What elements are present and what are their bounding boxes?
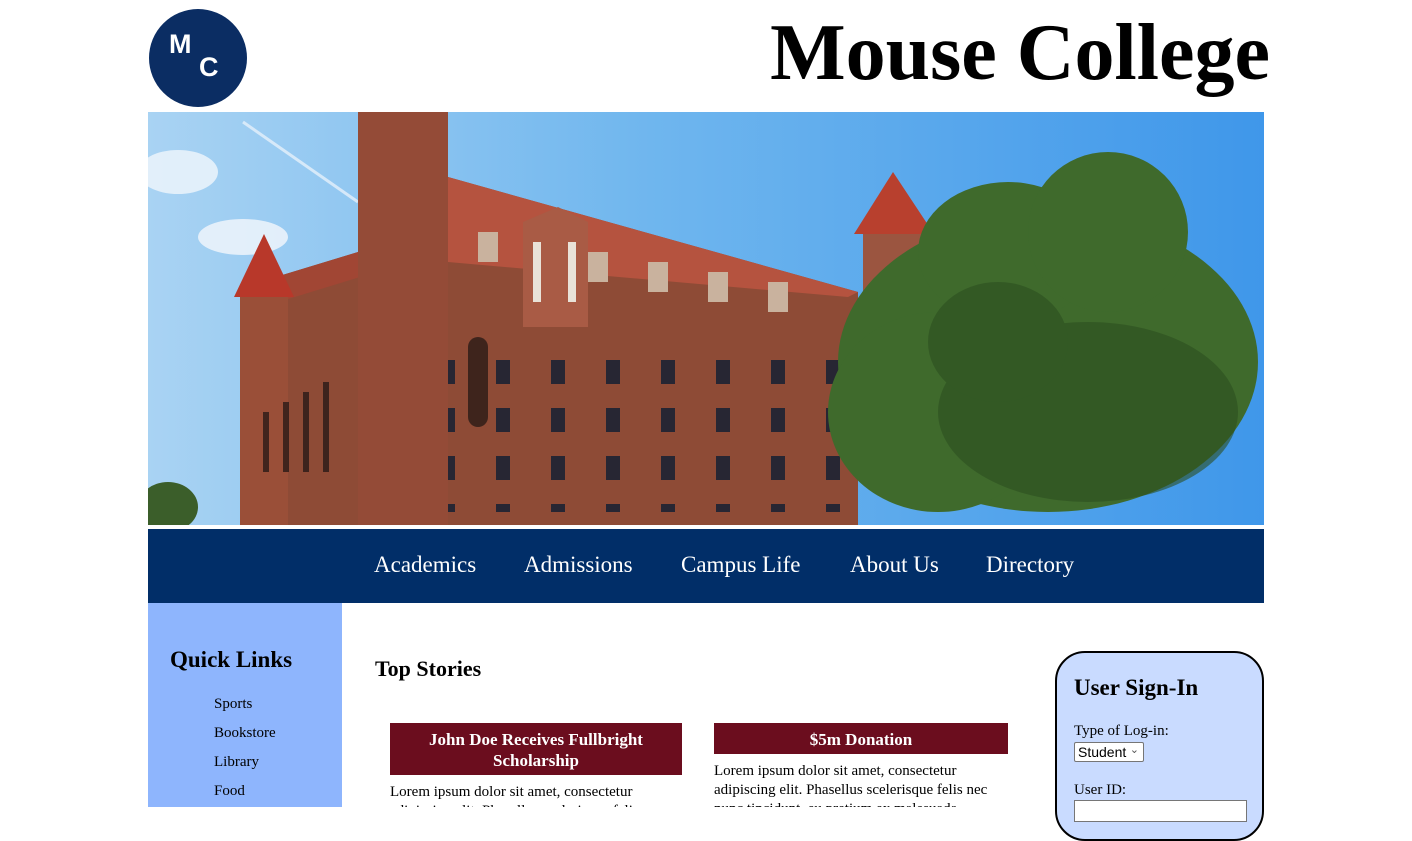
login-type-value: Student [1078,744,1127,760]
top-stories-title: Top Stories [375,656,482,681]
site-title: Mouse College [770,9,1270,97]
quick-link-bookstore[interactable]: Bookstore [214,725,276,742]
chevron-down-icon: ⌄ [1129,744,1139,756]
login-type-label: Type of Log-in: [1074,723,1169,739]
story-body: Lorem ipsum dolor sit amet, consectetur … [714,763,988,807]
logo-letter-c: C [199,52,219,82]
logo-letter-m: M [169,29,192,59]
story-headline[interactable]: $5m Donation [714,723,1008,754]
nav-admissions[interactable]: Admissions [524,552,633,578]
user-id-input[interactable] [1074,800,1247,822]
quick-links-title: Quick Links [170,647,293,672]
sign-in-title: User Sign-In [1074,675,1199,700]
user-id-label: User ID: [1074,782,1127,798]
nav-campus-life[interactable]: Campus Life [681,552,800,578]
hero-campus-image [148,112,1264,525]
quick-link-sports[interactable]: Sports [214,696,252,713]
college-logo[interactable]: M C [149,9,247,107]
main-nav: Academics Admissions Campus Life About U… [148,529,1264,603]
nav-about-us[interactable]: About Us [850,552,939,578]
login-type-select[interactable]: Student ⌄ [1074,742,1144,762]
quick-link-library[interactable]: Library [214,754,259,771]
nav-directory[interactable]: Directory [986,552,1074,578]
quick-links-sidebar: Quick Links Sports Bookstore Library Foo… [148,603,342,807]
nav-academics[interactable]: Academics [374,552,476,578]
quick-link-food[interactable]: Food [214,783,245,800]
story-headline[interactable]: John Doe Receives Fullbright Scholarship [390,723,682,775]
story-body: Lorem ipsum dolor sit amet, consectetur … [390,784,639,807]
user-sign-in-panel: User Sign-In Type of Log-in: Student ⌄ U… [1055,651,1264,841]
